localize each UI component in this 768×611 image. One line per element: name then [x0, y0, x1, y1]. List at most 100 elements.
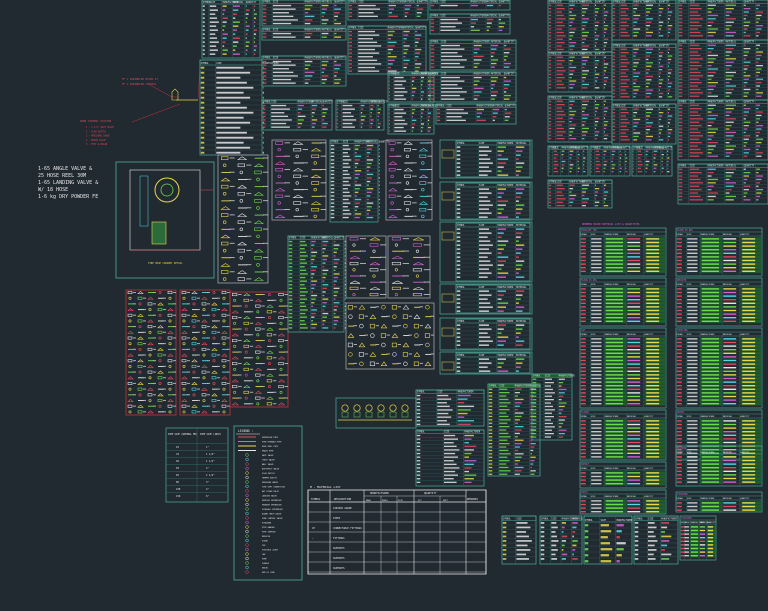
table-cell-text — [378, 209, 380, 212]
symbol-mark — [349, 237, 359, 241]
symbol-mark — [167, 308, 174, 312]
cad-drawing-svg[interactable]: SYMBOL SIZE MANUFACTURERMATERIAL QUANTITYFF… — [0, 0, 768, 611]
symbol-caption — [227, 314, 230, 316]
symbol-mark — [394, 268, 398, 272]
symbol-caption — [227, 291, 230, 293]
table-cell-text — [594, 70, 597, 72]
table-cell-text — [605, 349, 623, 351]
table-cell-text — [556, 70, 566, 72]
zone-detail-table: SYMBOL SIZE MANUFACTURER MATERIAL — [455, 352, 531, 374]
table-cell-text — [311, 298, 316, 300]
table-cell-text — [516, 188, 525, 190]
symbol-caption — [187, 291, 190, 293]
symbol-caption — [229, 257, 235, 259]
symbol-mark — [201, 410, 208, 414]
table-cell-text — [612, 115, 616, 117]
table-cell-text — [271, 104, 287, 107]
table-title: STRAINER — [677, 493, 688, 496]
table-cell-text — [464, 452, 472, 455]
table-cell-text — [687, 377, 698, 380]
dark-material-table: SYMBOLSIZEMANUFACTURERMATERIALQUANTITY — [611, 103, 677, 145]
symbol-mark — [277, 379, 286, 383]
table-cell-text — [457, 394, 471, 397]
table-header-label: SIZE — [343, 101, 349, 104]
table-cell-text — [689, 171, 702, 174]
symbol-mark — [358, 342, 366, 348]
table-cell-text — [253, 17, 257, 19]
cad-drawing-canvas[interactable]: SYMBOL SIZE MANUFACTURER MATERIAL QUANTITY FF… — [0, 0, 768, 611]
table-cell-text — [311, 309, 318, 311]
table-cell-text — [209, 25, 217, 27]
table-cell-text — [583, 164, 585, 166]
table-cell-text — [707, 175, 712, 177]
table-cell-text — [300, 291, 308, 293]
table-cell-text — [470, 22, 477, 24]
table-cell-text — [358, 8, 381, 10]
symbol-caption — [272, 299, 277, 301]
table-cell-text — [633, 75, 639, 78]
table-cell-text — [653, 153, 657, 156]
table-cell-text — [646, 367, 660, 369]
table-cell-text — [415, 30, 418, 33]
table-cell-text — [611, 160, 613, 163]
symbol-caption — [261, 305, 265, 307]
table-cell-text — [723, 249, 737, 251]
table-cell-text — [415, 56, 419, 58]
table-cell-text — [645, 150, 649, 152]
table-cell-text — [590, 153, 592, 156]
table-cell-text — [591, 295, 602, 297]
symbol-mark — [278, 385, 284, 389]
table-cell-text — [334, 78, 342, 81]
table-cell-text — [336, 112, 339, 114]
table-header-label: SYMBOL — [201, 62, 210, 65]
zone-detail-table: SYMBOL SIZE MANUFACTURER MATERIAL — [455, 182, 531, 220]
dark-material-table: SYMBOLSIZEMANUFACTURERMATERIALQUANTITY — [547, 179, 613, 209]
table-cell-text — [321, 19, 329, 21]
table-cell-text — [743, 54, 748, 57]
table-cell-text — [222, 49, 228, 51]
symbol-mark — [253, 220, 264, 224]
table-cell-text — [580, 431, 586, 433]
table-cell-text — [707, 107, 714, 110]
table-cell-text — [646, 377, 660, 380]
table-cell-text — [676, 302, 682, 304]
symbol-caption — [402, 250, 409, 252]
table-cell-text — [707, 188, 712, 191]
symbol-mark — [231, 356, 239, 360]
table-header-label: MANUFACTURER — [559, 374, 575, 377]
table-cell-text — [582, 41, 585, 44]
table-cell-text — [532, 395, 537, 397]
table-cell-text — [378, 198, 380, 201]
table-cell-text — [216, 151, 241, 154]
table-cell-text — [497, 248, 504, 250]
table-cell-text — [416, 434, 421, 437]
table-cell-text — [582, 198, 590, 200]
table-cell-text — [756, 47, 759, 50]
table-cell-text — [667, 122, 671, 124]
table-cell-text — [725, 47, 734, 50]
table-cell-text — [627, 256, 641, 258]
symbol-caption — [207, 382, 210, 384]
numbered-material-table: FLANGESYMBOL SIZE MANUFACTURER MATERIAL QUAN… — [579, 409, 667, 461]
symbol-mark — [279, 344, 283, 348]
table-cell-text — [456, 196, 461, 198]
table-cell-text — [725, 121, 734, 123]
symbol-mark — [221, 156, 229, 160]
symbol-caption — [207, 360, 210, 362]
symbol-mark — [137, 387, 143, 391]
table-cell-text — [580, 270, 586, 272]
table-cell-text — [427, 116, 431, 118]
table-cell-text — [366, 177, 372, 179]
table-cell-text — [394, 87, 405, 90]
table-cell-text — [707, 31, 716, 34]
table-cell-text — [360, 108, 364, 110]
table-cell-text — [667, 4, 671, 6]
table-cell-text — [499, 442, 510, 445]
table-cell-text — [725, 88, 734, 91]
table-cell-text — [676, 505, 682, 508]
symbol-mark — [352, 293, 356, 297]
table-cell-text — [658, 58, 662, 61]
table-cell-text — [646, 320, 660, 322]
table-cell-text — [667, 68, 673, 71]
table-cell-text — [437, 405, 450, 408]
